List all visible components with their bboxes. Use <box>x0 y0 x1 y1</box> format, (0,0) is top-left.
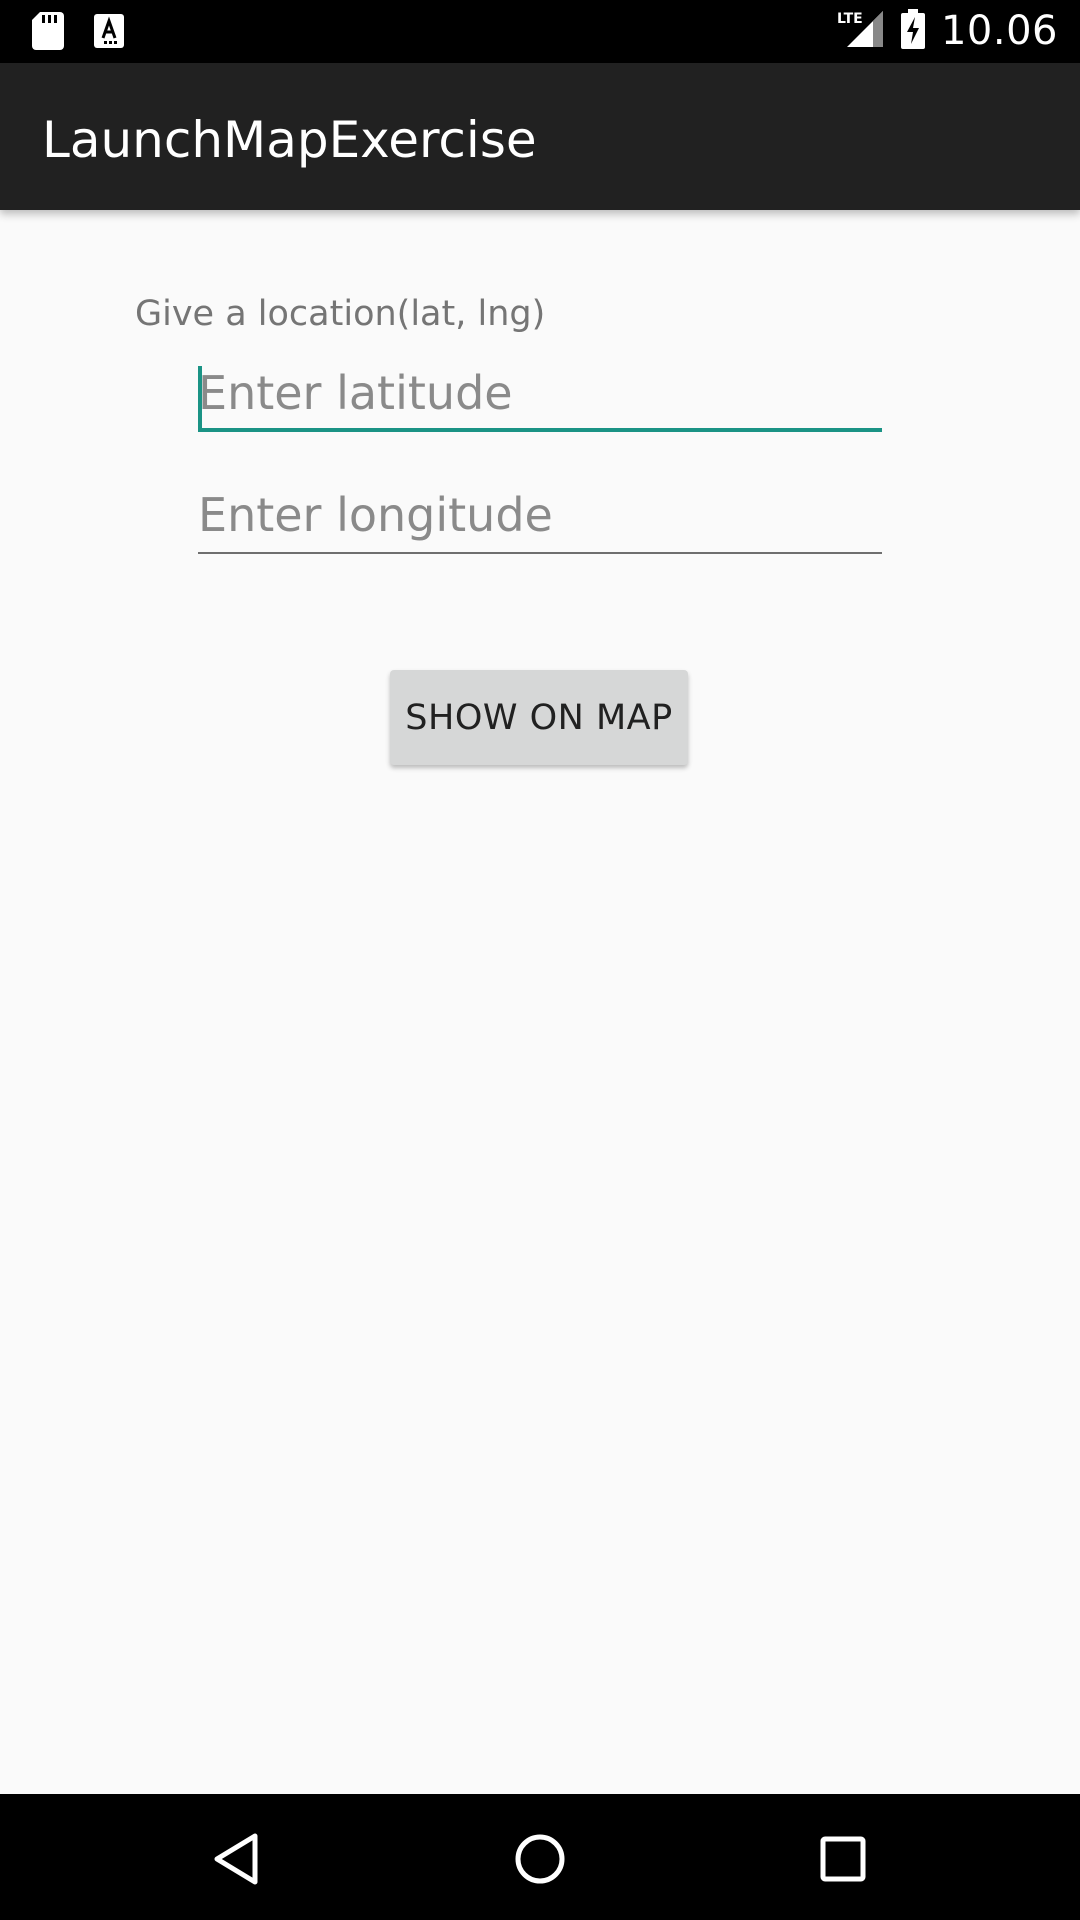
back-button[interactable] <box>201 1824 271 1894</box>
longitude-input[interactable] <box>198 484 882 546</box>
app-notification-icon <box>94 14 124 53</box>
latitude-field[interactable] <box>198 362 882 432</box>
longitude-field[interactable] <box>198 484 882 554</box>
home-button[interactable] <box>505 1824 575 1894</box>
screen: LTE 10.06 LaunchMapExercise Give a locat… <box>0 0 1080 1920</box>
navigation-bar <box>0 1794 1080 1920</box>
status-left <box>32 12 124 55</box>
app-bar: LaunchMapExercise <box>0 63 1080 210</box>
latitude-input[interactable] <box>198 362 882 424</box>
app-title: LaunchMapExercise <box>42 111 537 169</box>
home-icon <box>515 1834 565 1884</box>
location-prompt-label: Give a location(lat, lng) <box>135 294 546 334</box>
battery-charging-icon <box>900 8 925 54</box>
lte-signal-icon: LTE <box>837 9 885 54</box>
lte-label: LTE <box>837 11 863 27</box>
back-icon <box>214 1833 258 1885</box>
main-content: Give a location(lat, lng) SHOW ON MAP <box>0 210 1080 1794</box>
status-right: LTE 10.06 <box>837 8 1058 54</box>
recents-icon <box>820 1836 866 1882</box>
text-cursor <box>198 366 202 428</box>
status-time: 10.06 <box>940 8 1058 54</box>
show-on-map-button[interactable]: SHOW ON MAP <box>390 670 688 765</box>
longitude-underline <box>198 552 882 554</box>
status-bar: LTE 10.06 <box>0 0 1080 63</box>
recents-button[interactable] <box>808 1824 878 1894</box>
latitude-underline <box>198 428 882 432</box>
sd-card-icon <box>32 12 64 55</box>
